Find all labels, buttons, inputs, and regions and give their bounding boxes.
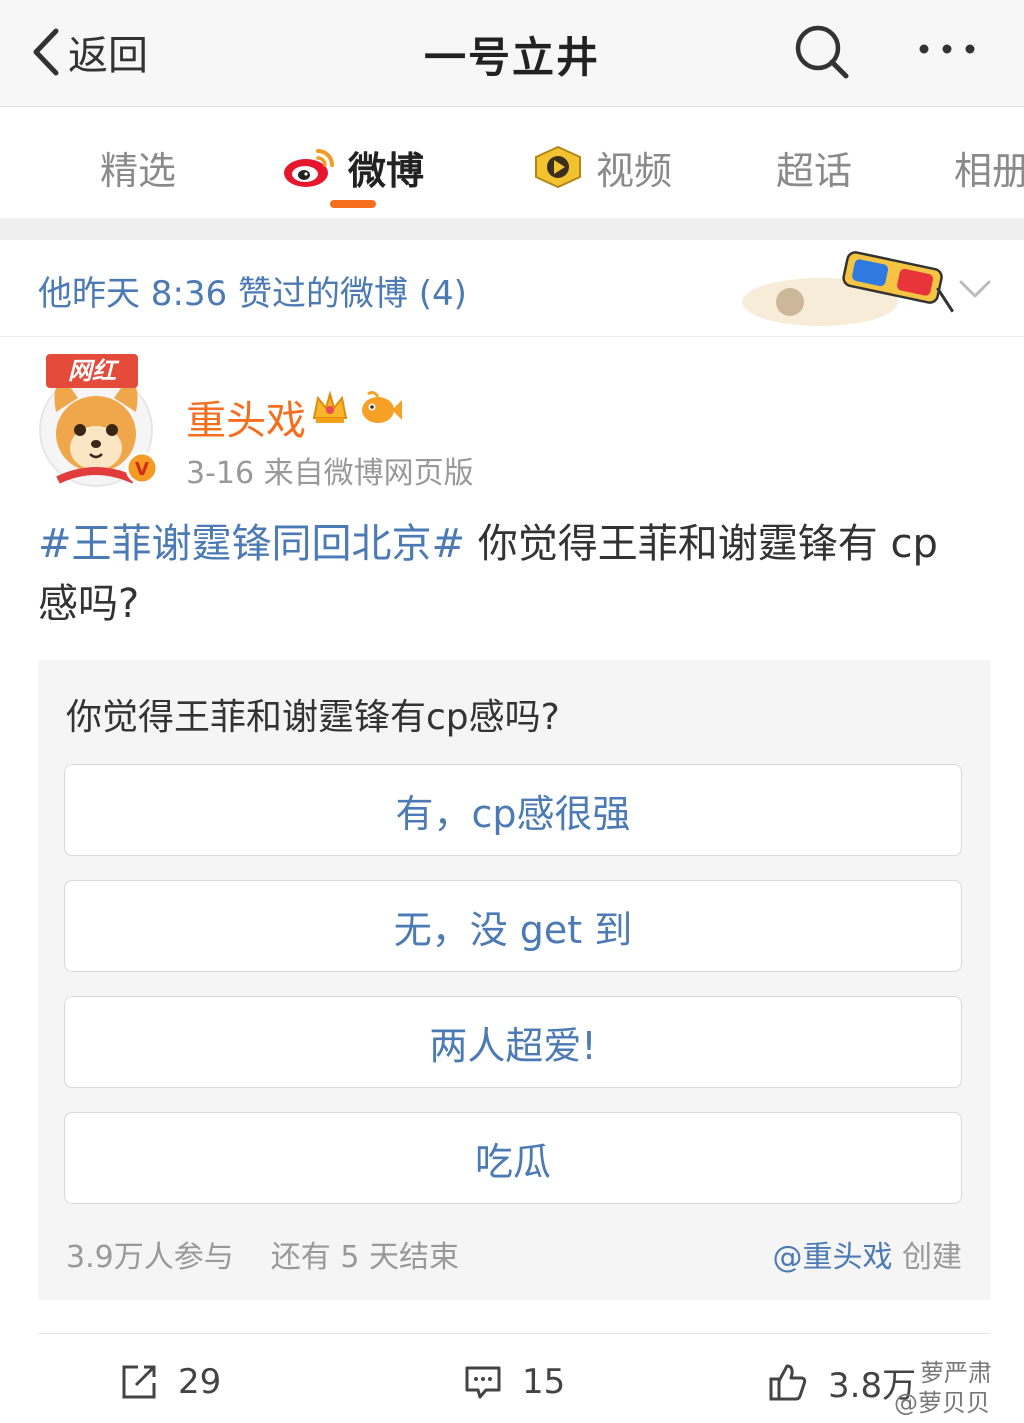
tab-label: 微博 (348, 148, 425, 193)
poll-stats: 3.9万人参与 还有 5 天结束 (66, 1232, 459, 1276)
section-gap (0, 218, 1024, 240)
poll-option[interactable]: 无，没 get 到 (64, 880, 962, 972)
author-name[interactable]: 重头戏 (186, 388, 306, 446)
tab-label: 相册 (954, 148, 1024, 193)
tab-label: 精选 (100, 148, 177, 193)
tab-weibo[interactable]: 微博 (282, 137, 424, 197)
poll-creator-link[interactable]: @重头戏 (772, 1240, 892, 1275)
repost-button[interactable]: 29 (120, 1356, 221, 1408)
tab-label: 视频 (596, 148, 673, 193)
tab-label: 超话 (776, 148, 853, 193)
thumbs-up-icon (769, 1364, 807, 1401)
author-badges (310, 388, 402, 428)
fish-badge-icon[interactable] (356, 388, 402, 428)
poll-created-label: 创建 (892, 1240, 962, 1275)
divider (38, 1333, 990, 1334)
more-icon[interactable] (912, 24, 982, 74)
poll-participants: 3.9万人参与 (66, 1240, 234, 1275)
weibo-logo-icon (284, 149, 334, 187)
poll-option[interactable]: 两人超爱! (64, 996, 962, 1088)
tab-video[interactable]: 视频 (532, 137, 672, 197)
poll-creator: @重头戏 创建 (772, 1232, 962, 1276)
profile-tabs: 精选 微博 视频 超话 相册 (0, 107, 1024, 217)
poll-option[interactable]: 吃瓜 (64, 1112, 962, 1204)
top-bar: 返回 一号立井 (0, 0, 1024, 107)
watermark-line-1: 萝严肃 (920, 1359, 992, 1387)
poll-remaining: 还有 5 天结束 (270, 1240, 459, 1275)
tab-album[interactable]: 相册 (954, 137, 1024, 197)
post-body: #王菲谢霆锋同回北京# 你觉得王菲和谢霆锋有 cp 感吗? (38, 514, 988, 634)
avatar[interactable]: V 网红 (38, 352, 159, 492)
tab-supertopic[interactable]: 超话 (776, 137, 852, 197)
comment-count: 15 (522, 1362, 566, 1402)
liked-banner-text: 他昨天 8:36 赞过的微博 (4) (38, 274, 467, 314)
3d-glasses-decoration-icon (742, 251, 955, 326)
svg-text:V: V (135, 459, 149, 480)
watermark-line-2: @萝贝贝 (894, 1389, 990, 1417)
poll-option[interactable]: 有，cp感很强 (64, 764, 962, 856)
poll-card: 你觉得王菲和谢霆锋有cp感吗? 有，cp感很强 无，没 get 到 两人超爱! … (38, 660, 990, 1300)
active-tab-indicator (330, 200, 376, 208)
avatar-badge-label: 网红 (68, 357, 116, 385)
comment-icon (465, 1366, 501, 1399)
repost-count: 29 (178, 1362, 222, 1402)
video-badge-icon (535, 145, 581, 189)
repost-icon (122, 1365, 156, 1399)
comment-button[interactable]: 15 (464, 1356, 565, 1408)
tab-featured[interactable]: 精选 (100, 137, 176, 197)
search-icon[interactable] (790, 20, 854, 84)
hashtag-link[interactable]: #王菲谢霆锋同回北京# (38, 521, 465, 567)
poll-question: 你觉得王菲和谢霆锋有cp感吗? (66, 697, 560, 738)
page-title: 一号立井 (423, 33, 600, 82)
crown-badge-icon[interactable] (310, 388, 350, 428)
chevron-down-icon[interactable] (955, 268, 995, 308)
watermark: 萝严肃 @萝贝贝 (866, 1358, 992, 1418)
post-meta: 3-16 来自微博网页版 (186, 456, 474, 491)
